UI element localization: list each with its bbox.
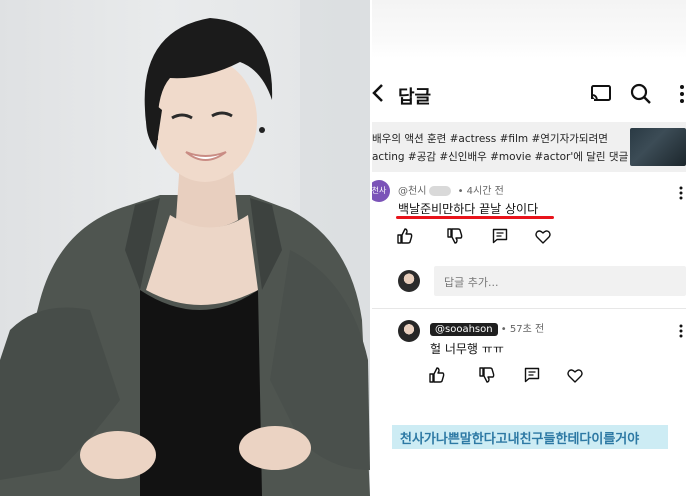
author-handle: @sooahson <box>430 323 498 336</box>
page-title: 답글 <box>398 87 432 108</box>
cast-icon[interactable] <box>590 84 612 104</box>
comment-author[interactable]: @천시 • 4시간 전 <box>398 182 504 197</box>
comment-item: 천사 @천시 • 4시간 전 백날준비만하다 끝날 상이다 <box>372 176 686 252</box>
comment-text: 백날준비만하다 끝날 상이다 <box>398 202 539 216</box>
avatar[interactable]: 천사 <box>372 180 390 202</box>
video-context-banner[interactable]: 배우의 액션 훈련 #actress #film #연기자가되려면 acting… <box>372 122 686 172</box>
back-arrow-icon[interactable] <box>372 82 388 104</box>
avatar[interactable] <box>398 320 420 342</box>
comment-more-icon[interactable] <box>678 324 684 338</box>
status-bar <box>372 0 686 58</box>
red-underline <box>396 216 554 219</box>
reply-row: 답글 추가... <box>372 262 686 304</box>
dislike-icon[interactable] <box>479 367 495 383</box>
caption-overlay: 천사가나쁜말한다고내친구들한테다이를거야 <box>392 425 668 449</box>
divider <box>372 308 686 309</box>
comment-time: • 4시간 전 <box>457 186 504 197</box>
comment-author[interactable]: @sooahson • 57초 전 <box>430 320 544 336</box>
reply-input[interactable]: 답글 추가... <box>434 266 686 296</box>
video-title-line1: 배우의 액션 훈련 #actress #film #연기자가되려면 <box>372 133 608 145</box>
phone-screen: 답글 배우의 액션 훈련 #actress #film #연기자가되려면 act… <box>372 0 686 496</box>
reply-icon[interactable] <box>524 367 540 383</box>
portrait-illustration <box>0 0 370 496</box>
caption-text: 천사가나쁜말한다고내친구들한테다이를거야 <box>400 432 640 447</box>
like-icon[interactable] <box>397 228 413 244</box>
like-icon[interactable] <box>429 367 445 383</box>
portrait-photo <box>0 0 370 496</box>
video-thumbnail[interactable] <box>630 128 686 166</box>
app-bar: 답글 <box>372 74 686 114</box>
video-title-line2: acting #공감 #신인배우 #movie #actor'에 달린 댓글 <box>372 151 629 163</box>
heart-icon[interactable] <box>535 229 551 244</box>
blurred-name <box>429 186 452 196</box>
comment-text: 헐 너무행 ㅠㅠ <box>430 342 504 356</box>
author-handle: @천시 <box>398 186 427 197</box>
dislike-icon[interactable] <box>447 228 463 244</box>
avatar <box>398 270 420 292</box>
reply-placeholder: 답글 추가... <box>444 276 499 289</box>
heart-icon[interactable] <box>567 368 583 383</box>
comment-item: @sooahson • 57초 전 헐 너무행 ㅠㅠ <box>372 316 686 390</box>
more-vertical-icon[interactable] <box>670 83 686 105</box>
comment-time: • 57초 전 <box>500 324 545 335</box>
comment-more-icon[interactable] <box>678 186 684 200</box>
reply-icon[interactable] <box>492 228 508 244</box>
search-icon[interactable] <box>630 83 652 105</box>
